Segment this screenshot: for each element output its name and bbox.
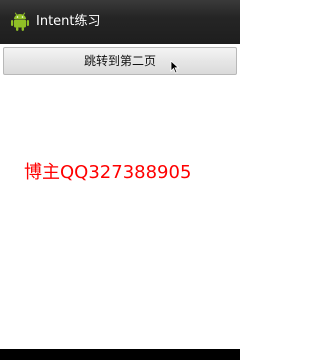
blogger-qq-text: 博主QQ327388905 <box>24 162 192 183</box>
app-title: Intent练习 <box>36 14 101 29</box>
title-bar: Intent练习 <box>0 0 240 44</box>
android-icon <box>11 12 29 31</box>
jump-to-second-page-button[interactable]: 跳转到第二页 <box>3 47 237 75</box>
mouse-cursor-icon <box>170 60 180 74</box>
main-content: 跳转到第二页 博主QQ327388905 <box>0 44 240 349</box>
bottom-bar <box>0 349 240 360</box>
